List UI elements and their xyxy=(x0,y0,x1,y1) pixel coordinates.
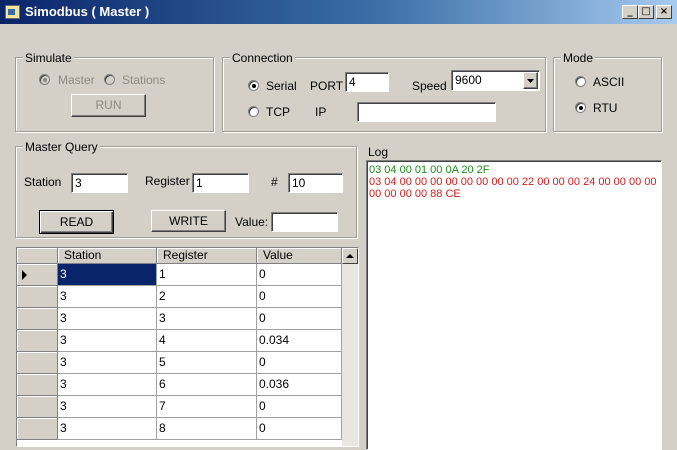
table-row[interactable]: 3 4 0.034 xyxy=(17,330,342,352)
mode-group xyxy=(553,57,662,132)
chevron-down-icon xyxy=(527,79,534,83)
cell-station[interactable]: 3 xyxy=(58,374,157,396)
triangle-up-icon xyxy=(346,254,354,258)
port-label: PORT xyxy=(310,79,344,93)
minimize-button[interactable]: _ xyxy=(622,5,638,19)
row-header[interactable] xyxy=(17,374,58,396)
cell-value[interactable]: 0 xyxy=(257,286,342,308)
row-header[interactable] xyxy=(17,286,58,308)
ascii-radio-label: ASCII xyxy=(593,75,625,89)
register-input[interactable]: 1 xyxy=(192,173,249,193)
master-radio-label: Master xyxy=(58,73,95,87)
cell-station[interactable]: 3 xyxy=(58,418,157,440)
cell-register[interactable]: 7 xyxy=(157,396,257,418)
column-header-station[interactable]: Station xyxy=(58,248,157,264)
cell-register[interactable]: 2 xyxy=(157,286,257,308)
rtu-radio[interactable] xyxy=(575,102,586,113)
cell-register[interactable]: 3 xyxy=(157,308,257,330)
app-icon xyxy=(5,5,20,19)
cell-value[interactable]: 0.034 xyxy=(257,330,342,352)
register-label: Register xyxy=(145,174,190,188)
cell-register[interactable]: 1 xyxy=(157,264,257,286)
speed-select-value: 9600 xyxy=(455,73,482,87)
results-grid[interactable]: Station Register Value 3 1 0 3 2 0 3 3 0… xyxy=(16,247,359,447)
port-input[interactable]: 4 xyxy=(345,72,389,92)
table-row[interactable]: 3 5 0 xyxy=(17,352,342,374)
log-line-received: 03 04 00 00 00 00 00 00 00 00 22 00 00 0… xyxy=(369,176,660,200)
cell-station[interactable]: 3 xyxy=(58,330,157,352)
cell-station[interactable]: 3 xyxy=(58,308,157,330)
ascii-radio[interactable] xyxy=(575,76,586,87)
column-header-value[interactable]: Value xyxy=(257,248,342,264)
row-header[interactable] xyxy=(17,330,58,352)
cell-station[interactable]: 3 xyxy=(58,352,157,374)
count-label: # xyxy=(271,175,278,189)
log-textbox[interactable]: 03 04 00 01 00 0A 20 2F 03 04 00 00 00 0… xyxy=(366,160,662,450)
serial-radio[interactable] xyxy=(248,80,259,91)
cell-station[interactable]: 3 xyxy=(58,264,157,286)
count-input[interactable]: 10 xyxy=(288,173,343,193)
speed-dropdown-button[interactable] xyxy=(523,72,538,89)
table-row[interactable]: 3 6 0.036 xyxy=(17,374,342,396)
connection-legend: Connection xyxy=(230,51,295,65)
rtu-radio-label: RTU xyxy=(593,101,618,115)
row-header[interactable] xyxy=(17,396,58,418)
value-label: Value: xyxy=(235,215,269,229)
cell-register[interactable]: 8 xyxy=(157,418,257,440)
ip-input[interactable] xyxy=(357,102,496,122)
run-button[interactable]: RUN xyxy=(71,94,146,117)
cell-register[interactable]: 6 xyxy=(157,374,257,396)
simulate-legend: Simulate xyxy=(23,51,74,65)
title-bar[interactable]: Simodbus ( Master ) _ □ × xyxy=(0,0,677,24)
cell-value[interactable]: 0 xyxy=(257,418,342,440)
tcp-radio-label: TCP xyxy=(266,105,290,119)
column-header-register[interactable]: Register xyxy=(157,248,257,264)
mode-legend: Mode xyxy=(561,51,596,65)
row-header[interactable] xyxy=(17,264,58,286)
station-input[interactable]: 3 xyxy=(71,173,128,193)
row-header[interactable] xyxy=(17,352,58,374)
value-input[interactable] xyxy=(271,212,338,232)
cell-value[interactable]: 0 xyxy=(257,396,342,418)
cell-station[interactable]: 3 xyxy=(58,396,157,418)
triangle-right-icon xyxy=(22,270,27,280)
serial-radio-label: Serial xyxy=(266,79,297,93)
tcp-radio[interactable] xyxy=(248,106,259,117)
write-button[interactable]: WRITE xyxy=(151,210,226,232)
table-row[interactable]: 3 3 0 xyxy=(17,308,342,330)
master-query-legend: Master Query xyxy=(23,140,100,154)
stations-radio-label: Stations xyxy=(122,73,166,87)
maximize-button[interactable]: □ xyxy=(638,5,654,19)
cell-value[interactable]: 0 xyxy=(257,352,342,374)
scroll-up-button[interactable] xyxy=(342,248,358,264)
cell-value[interactable]: 0 xyxy=(257,308,342,330)
close-button[interactable]: × xyxy=(656,5,672,19)
table-row[interactable]: 3 7 0 xyxy=(17,396,342,418)
table-row[interactable]: 3 2 0 xyxy=(17,286,342,308)
speed-label: Speed xyxy=(412,79,447,93)
cell-register[interactable]: 4 xyxy=(157,330,257,352)
cell-value[interactable]: 0.036 xyxy=(257,374,342,396)
station-label: Station xyxy=(24,175,62,189)
row-header[interactable] xyxy=(17,308,58,330)
window-title: Simodbus ( Master ) xyxy=(25,4,150,19)
read-button[interactable]: READ xyxy=(39,210,114,234)
vertical-scrollbar[interactable] xyxy=(342,248,358,446)
log-line-sent: 03 04 00 01 00 0A 20 2F xyxy=(369,164,490,176)
cell-register[interactable]: 5 xyxy=(157,352,257,374)
cell-value[interactable]: 0 xyxy=(257,264,342,286)
cell-station[interactable]: 3 xyxy=(58,286,157,308)
grid-corner-header xyxy=(17,248,58,264)
table-row[interactable]: 3 8 0 xyxy=(17,418,342,440)
stations-radio[interactable] xyxy=(104,74,115,85)
row-header[interactable] xyxy=(17,418,58,440)
ip-label: IP xyxy=(315,105,327,119)
log-label: Log xyxy=(368,145,389,159)
table-row[interactable]: 3 1 0 xyxy=(17,264,342,286)
master-radio[interactable] xyxy=(39,74,50,85)
